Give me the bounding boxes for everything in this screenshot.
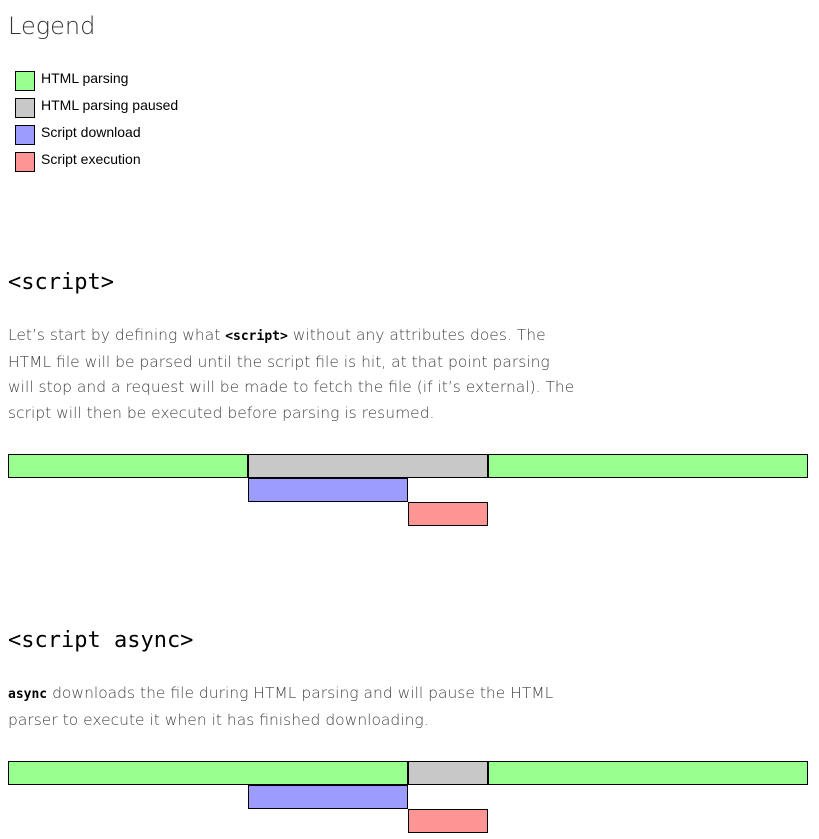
- html-parsing-bar: [8, 761, 408, 785]
- legend-label: HTML parsing paused: [41, 97, 179, 113]
- parsing-paused-bar: [408, 761, 488, 785]
- legend-list: HTML parsing HTML parsing paused Script …: [15, 68, 178, 176]
- timeline-script: [8, 454, 808, 527]
- legend-swatch-html-parsing-paused: [15, 98, 35, 118]
- description-text: Let’s start by defining what: [8, 326, 226, 344]
- html-parsing-bar: [488, 454, 808, 478]
- section-heading-script: <script>: [8, 270, 114, 295]
- legend-label: Script execution: [41, 151, 141, 167]
- page: { "legend": { "title": "Legend", "items"…: [0, 0, 819, 839]
- inline-code: <script>: [225, 329, 288, 344]
- legend-item-script-download: Script download: [15, 122, 178, 149]
- script-download-bar: [248, 785, 408, 809]
- legend-item-script-execution: Script execution: [15, 149, 178, 176]
- legend-item-html-parsing: HTML parsing: [15, 68, 178, 95]
- description-text: downloads the file during HTML parsing a…: [8, 684, 554, 729]
- section-description-script: Let’s start by defining what <script> wi…: [8, 323, 578, 426]
- legend-swatch-script-execution: [15, 152, 35, 172]
- section-description-script-async: async downloads the file during HTML par…: [8, 681, 578, 733]
- timeline-script-async: [8, 761, 808, 834]
- section-heading-script-async: <script async>: [8, 628, 194, 653]
- script-download-bar: [248, 478, 408, 502]
- legend-label: HTML parsing: [41, 70, 129, 86]
- parsing-paused-bar: [248, 454, 488, 478]
- script-execution-bar: [408, 502, 488, 526]
- legend-label: Script download: [41, 124, 141, 140]
- script-execution-bar: [408, 809, 488, 833]
- legend-swatch-html-parsing: [15, 71, 35, 91]
- html-parsing-bar: [8, 454, 248, 478]
- html-parsing-bar: [488, 761, 808, 785]
- legend-swatch-script-download: [15, 125, 35, 145]
- legend-title: Legend: [8, 12, 96, 40]
- inline-code: async: [8, 687, 48, 702]
- legend-item-html-parsing-paused: HTML parsing paused: [15, 95, 178, 122]
